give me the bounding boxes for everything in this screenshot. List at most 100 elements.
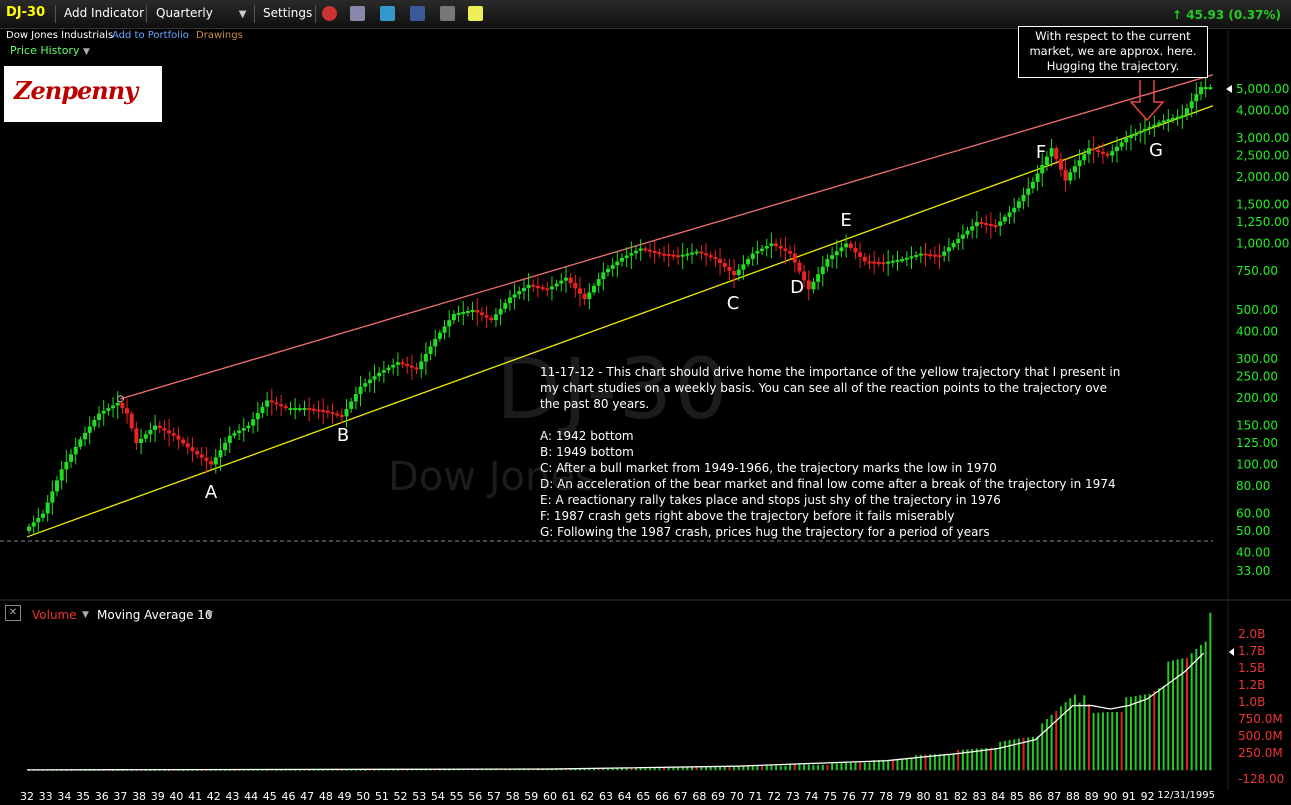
price-candle [391, 364, 396, 368]
x-axis-label: 61 [562, 790, 576, 803]
volume-bar [616, 768, 619, 771]
x-axis-label: 89 [1085, 790, 1099, 803]
price-candle [648, 249, 653, 252]
price-candle [223, 442, 228, 451]
price-candle [433, 338, 438, 347]
price-candle [185, 443, 190, 448]
price-candle [55, 480, 60, 492]
callout-box: With respect to the current market, we a… [1018, 26, 1208, 78]
price-candle [577, 288, 582, 294]
x-axis-label: 67 [674, 790, 688, 803]
volume-bar [803, 764, 806, 771]
reaction-point-label: F [1036, 142, 1046, 163]
volume-axis-label: 500.0M [1238, 729, 1283, 743]
price-candle [1063, 169, 1068, 181]
price-candle [447, 320, 452, 327]
price-candle [167, 430, 172, 434]
price-candle [746, 258, 751, 265]
price-candle [31, 522, 36, 527]
price-candle [830, 255, 835, 260]
volume-axis-label: 750.0M [1238, 712, 1283, 726]
price-candle [1133, 133, 1138, 136]
volume-bar [1171, 660, 1174, 771]
price-candle [498, 308, 503, 315]
moving-average-label[interactable]: Moving Average 10 [97, 608, 213, 622]
x-axis-label: 69 [711, 790, 725, 803]
price-candle [722, 263, 727, 268]
price-axis-label: 3,000.00 [1236, 131, 1289, 145]
x-axis-label: 50 [356, 790, 370, 803]
price-candle [951, 243, 956, 248]
price-candle [41, 513, 46, 518]
price-candle [956, 238, 961, 244]
price-candle [540, 287, 545, 290]
volume-bar [1031, 736, 1034, 771]
price-candle [750, 253, 755, 259]
volume-bar [1162, 685, 1165, 771]
volume-bar [1041, 723, 1044, 771]
price-candle [181, 439, 186, 444]
price-candle [265, 400, 270, 407]
volume-bar [1078, 702, 1081, 771]
price-candle [657, 252, 662, 255]
price-candle [596, 279, 601, 286]
volume-bar [840, 763, 843, 771]
price-candle [475, 310, 480, 313]
volume-bar [737, 766, 740, 771]
price-candle [1110, 151, 1115, 156]
price-candle [1096, 149, 1101, 152]
volume-bar [1092, 713, 1095, 771]
price-candle [484, 315, 489, 318]
volume-bar [1125, 697, 1128, 771]
note-item: A: 1942 bottom [540, 429, 634, 443]
price-candle [288, 408, 293, 411]
price-axis-label: 80.00 [1236, 479, 1270, 493]
price-candle [465, 310, 470, 313]
price-axis-label: 4,000.00 [1236, 103, 1289, 117]
volume-bar [1167, 661, 1170, 771]
volume-bar [1050, 714, 1053, 771]
x-axis-label: 34 [57, 790, 71, 803]
volume-bar [1097, 712, 1100, 771]
volume-bar [1157, 688, 1160, 771]
price-candle [316, 409, 321, 412]
volume-bar [1199, 645, 1202, 771]
close-icon[interactable]: ✕ [5, 605, 21, 621]
x-axis-label: 68 [692, 790, 706, 803]
volume-bars [28, 612, 1212, 771]
price-candle [503, 303, 508, 309]
price-candle [1016, 201, 1021, 208]
price-candle [120, 402, 125, 409]
price-candle [50, 491, 55, 503]
price-candle [344, 408, 349, 417]
price-candle [1007, 212, 1012, 217]
price-candle [932, 254, 937, 257]
volume-bar [812, 764, 815, 771]
volume-label[interactable]: Volume [32, 608, 77, 622]
price-candle [148, 429, 153, 435]
price-candle [1152, 124, 1157, 127]
x-axis-label: 54 [431, 790, 445, 803]
price-candle [1156, 122, 1161, 125]
x-axis-label: 37 [113, 790, 127, 803]
volume-bar [1027, 737, 1030, 771]
x-axis-label: 64 [618, 790, 632, 803]
volume-bar [1181, 658, 1184, 771]
price-candle [45, 502, 50, 514]
x-axis-label: 42 [207, 790, 221, 803]
volume-bar [985, 748, 988, 771]
x-axis-label: 79 [898, 790, 912, 803]
x-axis-label: 53 [412, 790, 426, 803]
x-axis-label: 62 [580, 790, 594, 803]
price-candle [106, 408, 111, 411]
price-candle [620, 257, 624, 262]
price-candle [36, 517, 41, 523]
price-candle [134, 428, 139, 444]
price-candle [87, 426, 92, 433]
volume-bar [1148, 693, 1151, 771]
price-candle [325, 410, 330, 413]
price-candle [713, 257, 718, 260]
volume-axis-label: 1.2B [1238, 678, 1265, 692]
price-candle [125, 408, 130, 414]
x-axis-label: 47 [300, 790, 314, 803]
